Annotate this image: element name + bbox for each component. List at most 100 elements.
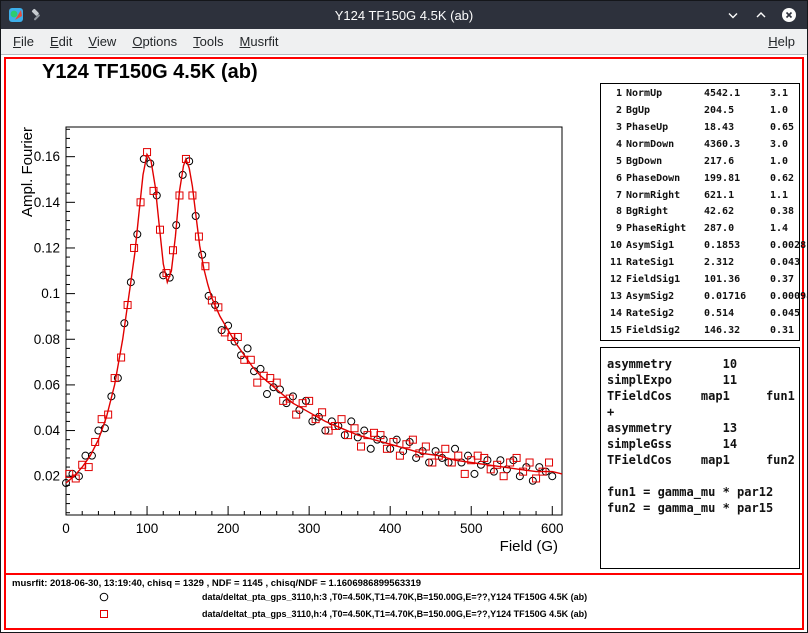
param-row: 14RateSig20.5140.045: [606, 308, 794, 319]
minimize-icon: [725, 7, 741, 23]
theory-box: asymmetry 10simplExpo 11TFieldCos map1 f…: [600, 347, 800, 569]
main-pad: Y124 TF150G 4.5K (ab) 010020030040050060…: [6, 59, 802, 573]
menu-tools[interactable]: Tools: [185, 30, 231, 53]
y-tick-label: 0.06: [34, 377, 60, 392]
data-point-square: [461, 470, 468, 477]
menu-edit[interactable]: Edit: [42, 30, 80, 53]
y-axis-title: Ampl. Fourier: [19, 127, 36, 217]
parameter-box: 1NormUp4542.13.1 2BgUp204.51.0 3PhaseUp18.…: [600, 83, 800, 341]
param-row: 7NormRight621.11.1: [606, 190, 794, 201]
menu-options[interactable]: Options: [124, 30, 185, 53]
param-row: 11RateSig12.3120.043: [606, 257, 794, 268]
menu-musrfit[interactable]: Musrfit: [232, 30, 287, 53]
menu-help[interactable]: Help: [760, 30, 803, 53]
x-tick-label: 100: [136, 521, 159, 536]
legend-circle-marker: [98, 591, 110, 603]
param-row: 15FieldSig2146.320.31: [606, 325, 794, 336]
legend-square-marker: [98, 608, 110, 620]
x-tick-label: 600: [541, 521, 564, 536]
data-point-square: [442, 445, 449, 452]
fit-info: musrfit: 2018-06-30, 13:19:40, chisq = 1…: [12, 578, 421, 589]
menu-view[interactable]: View: [80, 30, 124, 53]
x-axis-title: Field (G): [500, 538, 558, 555]
legend-row: data/deltat_pta_gps_3110,h:3 ,T0=4.50K,T…: [98, 590, 587, 604]
menubar-items: FileEditViewOptionsToolsMusrfit: [5, 30, 287, 53]
theory-line: asymmetry 13: [607, 420, 793, 436]
param-row: 5BgDown217.61.0: [606, 156, 794, 167]
fit-line: [66, 154, 562, 483]
param-row: 6PhaseDown199.810.62: [606, 173, 794, 184]
y-tick-label: 0.14: [34, 195, 61, 210]
legend-label: data/deltat_pta_gps_3110,h:3 ,T0=4.50K,T…: [202, 592, 587, 602]
data-point-square: [254, 379, 261, 386]
minimize-button[interactable]: [725, 7, 741, 23]
titlebar[interactable]: Y124 TF150G 4.5K (ab): [1, 1, 807, 29]
x-tick-label: 500: [460, 521, 483, 536]
param-row: 13AsymSig20.017160.00098: [606, 291, 794, 302]
data-point-square: [455, 452, 462, 459]
theory-line: TFieldCos map1 fun2: [607, 452, 793, 468]
theory-line: fun2 = gamma_mu * par15: [607, 500, 793, 516]
y-tick-label: 0.16: [34, 149, 60, 164]
data-point-square: [85, 464, 92, 471]
theory-line: TFieldCos map1 fun1: [607, 388, 793, 404]
param-row: 3PhaseUp18.430.65: [606, 122, 794, 133]
menu-file[interactable]: File: [5, 30, 42, 53]
y-tick-label: 0.1: [41, 286, 60, 301]
x-tick-label: 300: [298, 521, 321, 536]
data-point-circle: [471, 470, 478, 477]
close-button[interactable]: [781, 7, 797, 23]
data-point-circle: [257, 365, 264, 372]
param-row: 12FieldSig1101.360.37: [606, 274, 794, 285]
param-row: 4NormDown4360.33.0: [606, 139, 794, 150]
root-canvas[interactable]: Y124 TF150G 4.5K (ab) 010020030040050060…: [4, 57, 804, 630]
theory-line: [607, 468, 793, 484]
app-icon: [8, 7, 24, 23]
data-point-circle: [263, 391, 270, 398]
y-tick-label: 0.08: [34, 332, 60, 347]
param-row: 9PhaseRight287.01.4: [606, 223, 794, 234]
data-point-circle: [244, 345, 251, 352]
titlebar-icons: [1, 7, 44, 23]
data-point-square: [500, 473, 507, 480]
maximize-button[interactable]: [753, 7, 769, 23]
data-point-circle: [367, 445, 374, 452]
window-title: Y124 TF150G 4.5K (ab): [1, 8, 807, 23]
theory-line: fun1 = gamma_mu * par12: [607, 484, 793, 500]
pin-icon: [30, 8, 44, 22]
y-tick-label: 0.02: [34, 469, 60, 484]
window-controls: [725, 7, 807, 23]
theory-line: +: [607, 404, 793, 420]
param-row: 2BgUp204.51.0: [606, 105, 794, 116]
legend-label: data/deltat_pta_gps_3110,h:4 ,T0=4.50K,T…: [202, 609, 587, 619]
legend-pad: musrfit: 2018-06-30, 13:19:40, chisq = 1…: [6, 573, 802, 626]
data-point-square: [358, 443, 365, 450]
data-point-circle: [458, 459, 465, 466]
data-point-square: [131, 244, 138, 251]
data-point-square: [267, 375, 274, 382]
x-tick-label: 400: [379, 521, 402, 536]
data-point-square: [189, 192, 196, 199]
data-point-square: [351, 425, 358, 432]
data-point-circle: [549, 473, 556, 480]
data-point-square: [370, 429, 377, 436]
theory-line: simpleGss 14: [607, 436, 793, 452]
y-tick-label: 0.04: [34, 423, 61, 438]
data-point-square: [338, 416, 345, 423]
app-window: Y124 TF150G 4.5K (ab) FileEditViewOption…: [0, 0, 808, 633]
maximize-icon: [753, 7, 769, 23]
data-point-square: [546, 459, 553, 466]
close-icon: [781, 7, 797, 23]
theory-line: simplExpo 11: [607, 372, 793, 388]
param-row: 1NormUp4542.13.1: [606, 88, 794, 99]
theory-line: asymmetry 10: [607, 356, 793, 372]
x-tick-label: 200: [217, 521, 240, 536]
param-row: 8BgRight42.620.38: [606, 206, 794, 217]
x-tick-label: 0: [62, 521, 70, 536]
legend-row: data/deltat_pta_gps_3110,h:4 ,T0=4.50K,T…: [98, 607, 587, 621]
y-tick-label: 0.12: [34, 240, 60, 255]
data-point-square: [474, 452, 481, 459]
data-point-circle: [348, 418, 355, 425]
menubar: FileEditViewOptionsToolsMusrfit Help: [1, 29, 807, 55]
data-point-circle: [452, 445, 459, 452]
